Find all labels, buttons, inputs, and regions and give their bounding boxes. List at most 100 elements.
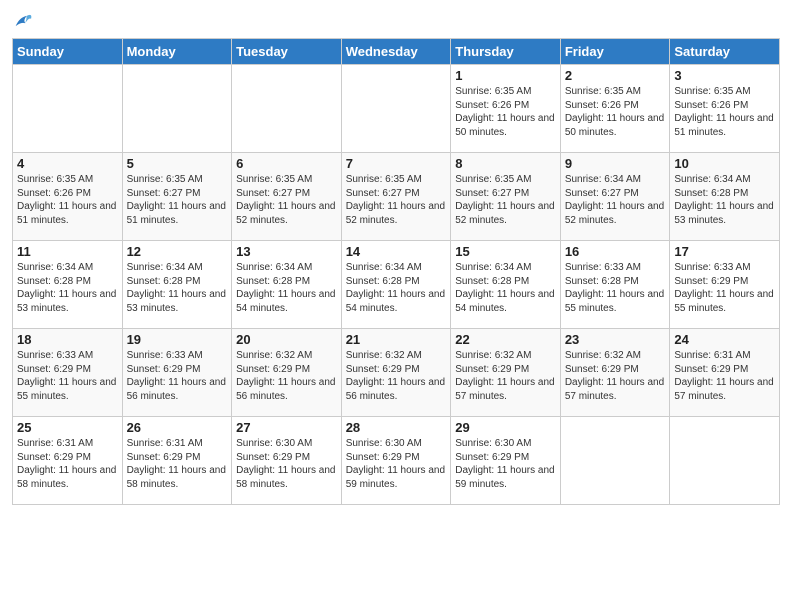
day-number: 15	[455, 244, 556, 259]
day-info: Sunrise: 6:32 AM Sunset: 6:29 PM Dayligh…	[236, 349, 337, 403]
calendar-weekday-friday: Friday	[560, 39, 670, 65]
day-number: 6	[236, 156, 337, 171]
header	[12, 10, 780, 32]
calendar-cell: 4 Sunrise: 6:35 AM Sunset: 6:26 PM Daylig…	[13, 153, 123, 241]
calendar-cell: 29 Sunrise: 6:30 AM Sunset: 6:29 PM Dayli…	[451, 417, 561, 505]
calendar-cell: 23 Sunrise: 6:32 AM Sunset: 6:29 PM Dayli…	[560, 329, 670, 417]
day-number: 17	[674, 244, 775, 259]
calendar-cell	[670, 417, 780, 505]
day-info: Sunrise: 6:35 AM Sunset: 6:26 PM Dayligh…	[565, 85, 666, 139]
day-info: Sunrise: 6:34 AM Sunset: 6:28 PM Dayligh…	[127, 261, 228, 315]
day-info: Sunrise: 6:34 AM Sunset: 6:28 PM Dayligh…	[674, 173, 775, 227]
day-number: 2	[565, 68, 666, 83]
calendar-cell: 28 Sunrise: 6:30 AM Sunset: 6:29 PM Dayli…	[341, 417, 451, 505]
day-info: Sunrise: 6:34 AM Sunset: 6:28 PM Dayligh…	[236, 261, 337, 315]
day-number: 22	[455, 332, 556, 347]
calendar-cell	[232, 65, 342, 153]
calendar-cell: 3 Sunrise: 6:35 AM Sunset: 6:26 PM Daylig…	[670, 65, 780, 153]
day-number: 14	[346, 244, 447, 259]
calendar-cell	[341, 65, 451, 153]
day-info: Sunrise: 6:35 AM Sunset: 6:27 PM Dayligh…	[346, 173, 447, 227]
day-info: Sunrise: 6:35 AM Sunset: 6:27 PM Dayligh…	[127, 173, 228, 227]
day-info: Sunrise: 6:34 AM Sunset: 6:27 PM Dayligh…	[565, 173, 666, 227]
calendar-cell: 22 Sunrise: 6:32 AM Sunset: 6:29 PM Dayli…	[451, 329, 561, 417]
calendar-week-row: 18 Sunrise: 6:33 AM Sunset: 6:29 PM Dayli…	[13, 329, 780, 417]
calendar-cell: 14Sunrise: 6:34 AM Sunset: 6:28 PM Dayli…	[341, 241, 451, 329]
day-number: 7	[346, 156, 447, 171]
page: SundayMondayTuesdayWednesdayThursdayFrid…	[0, 0, 792, 612]
day-info: Sunrise: 6:35 AM Sunset: 6:26 PM Dayligh…	[17, 173, 118, 227]
calendar-cell: 24 Sunrise: 6:31 AM Sunset: 6:29 PM Dayli…	[670, 329, 780, 417]
logo	[12, 10, 38, 32]
day-info: Sunrise: 6:31 AM Sunset: 6:29 PM Dayligh…	[127, 437, 228, 491]
calendar-cell: 18 Sunrise: 6:33 AM Sunset: 6:29 PM Dayli…	[13, 329, 123, 417]
day-info: Sunrise: 6:30 AM Sunset: 6:29 PM Dayligh…	[455, 437, 556, 491]
calendar-weekday-tuesday: Tuesday	[232, 39, 342, 65]
day-number: 29	[455, 420, 556, 435]
calendar-weekday-monday: Monday	[122, 39, 232, 65]
calendar-week-row: 11 Sunrise: 6:34 AM Sunset: 6:28 PM Dayli…	[13, 241, 780, 329]
calendar-week-row: 25Sunrise: 6:31 AM Sunset: 6:29 PM Dayli…	[13, 417, 780, 505]
day-info: Sunrise: 6:33 AM Sunset: 6:29 PM Dayligh…	[674, 261, 775, 315]
day-number: 19	[127, 332, 228, 347]
day-number: 13	[236, 244, 337, 259]
calendar-weekday-wednesday: Wednesday	[341, 39, 451, 65]
day-info: Sunrise: 6:31 AM Sunset: 6:29 PM Dayligh…	[674, 349, 775, 403]
day-number: 12	[127, 244, 228, 259]
calendar-weekday-thursday: Thursday	[451, 39, 561, 65]
calendar-cell: 11 Sunrise: 6:34 AM Sunset: 6:28 PM Dayli…	[13, 241, 123, 329]
day-info: Sunrise: 6:30 AM Sunset: 6:29 PM Dayligh…	[236, 437, 337, 491]
day-info: Sunrise: 6:33 AM Sunset: 6:29 PM Dayligh…	[17, 349, 118, 403]
calendar-cell	[13, 65, 123, 153]
calendar-cell: 15 Sunrise: 6:34 AM Sunset: 6:28 PM Dayli…	[451, 241, 561, 329]
calendar-cell: 6 Sunrise: 6:35 AM Sunset: 6:27 PM Daylig…	[232, 153, 342, 241]
day-number: 1	[455, 68, 556, 83]
calendar-cell: 1 Sunrise: 6:35 AM Sunset: 6:26 PM Daylig…	[451, 65, 561, 153]
calendar-week-row: 4 Sunrise: 6:35 AM Sunset: 6:26 PM Daylig…	[13, 153, 780, 241]
day-info: Sunrise: 6:32 AM Sunset: 6:29 PM Dayligh…	[455, 349, 556, 403]
calendar-cell: 20 Sunrise: 6:32 AM Sunset: 6:29 PM Dayli…	[232, 329, 342, 417]
day-number: 5	[127, 156, 228, 171]
calendar-cell: 5 Sunrise: 6:35 AM Sunset: 6:27 PM Daylig…	[122, 153, 232, 241]
calendar-cell: 8 Sunrise: 6:35 AM Sunset: 6:27 PM Daylig…	[451, 153, 561, 241]
day-info: Sunrise: 6:35 AM Sunset: 6:27 PM Dayligh…	[455, 173, 556, 227]
day-number: 21	[346, 332, 447, 347]
calendar-cell: 27 Sunrise: 6:30 AM Sunset: 6:29 PM Dayli…	[232, 417, 342, 505]
day-number: 20	[236, 332, 337, 347]
day-number: 27	[236, 420, 337, 435]
day-number: 26	[127, 420, 228, 435]
calendar-cell: 17 Sunrise: 6:33 AM Sunset: 6:29 PM Dayli…	[670, 241, 780, 329]
day-info: Sunrise: 6:33 AM Sunset: 6:29 PM Dayligh…	[127, 349, 228, 403]
day-info: Sunrise: 6:35 AM Sunset: 6:26 PM Dayligh…	[674, 85, 775, 139]
calendar-cell: 10Sunrise: 6:34 AM Sunset: 6:28 PM Dayli…	[670, 153, 780, 241]
day-info: Sunrise: 6:30 AM Sunset: 6:29 PM Dayligh…	[346, 437, 447, 491]
day-info: Sunrise: 6:32 AM Sunset: 6:29 PM Dayligh…	[565, 349, 666, 403]
day-number: 8	[455, 156, 556, 171]
day-info: Sunrise: 6:31 AM Sunset: 6:29 PM Dayligh…	[17, 437, 118, 491]
calendar-cell: 12 Sunrise: 6:34 AM Sunset: 6:28 PM Dayli…	[122, 241, 232, 329]
calendar-cell: 19 Sunrise: 6:33 AM Sunset: 6:29 PM Dayli…	[122, 329, 232, 417]
calendar-cell	[122, 65, 232, 153]
day-number: 18	[17, 332, 118, 347]
calendar-cell: 13 Sunrise: 6:34 AM Sunset: 6:28 PM Dayli…	[232, 241, 342, 329]
day-number: 3	[674, 68, 775, 83]
day-number: 28	[346, 420, 447, 435]
day-info: Sunrise: 6:33 AM Sunset: 6:28 PM Dayligh…	[565, 261, 666, 315]
calendar-cell: 9Sunrise: 6:34 AM Sunset: 6:27 PM Daylig…	[560, 153, 670, 241]
logo-bird-icon	[12, 10, 34, 32]
calendar-header-row: SundayMondayTuesdayWednesdayThursdayFrid…	[13, 39, 780, 65]
day-info: Sunrise: 6:34 AM Sunset: 6:28 PM Dayligh…	[455, 261, 556, 315]
day-info: Sunrise: 6:34 AM Sunset: 6:28 PM Dayligh…	[17, 261, 118, 315]
calendar-cell: 26 Sunrise: 6:31 AM Sunset: 6:29 PM Dayli…	[122, 417, 232, 505]
calendar-cell: 21 Sunrise: 6:32 AM Sunset: 6:29 PM Dayli…	[341, 329, 451, 417]
day-info: Sunrise: 6:35 AM Sunset: 6:26 PM Dayligh…	[455, 85, 556, 139]
day-number: 4	[17, 156, 118, 171]
day-info: Sunrise: 6:35 AM Sunset: 6:27 PM Dayligh…	[236, 173, 337, 227]
calendar-cell	[560, 417, 670, 505]
day-info: Sunrise: 6:32 AM Sunset: 6:29 PM Dayligh…	[346, 349, 447, 403]
day-number: 11	[17, 244, 118, 259]
day-number: 23	[565, 332, 666, 347]
calendar-week-row: 1 Sunrise: 6:35 AM Sunset: 6:26 PM Daylig…	[13, 65, 780, 153]
calendar-weekday-saturday: Saturday	[670, 39, 780, 65]
day-number: 24	[674, 332, 775, 347]
